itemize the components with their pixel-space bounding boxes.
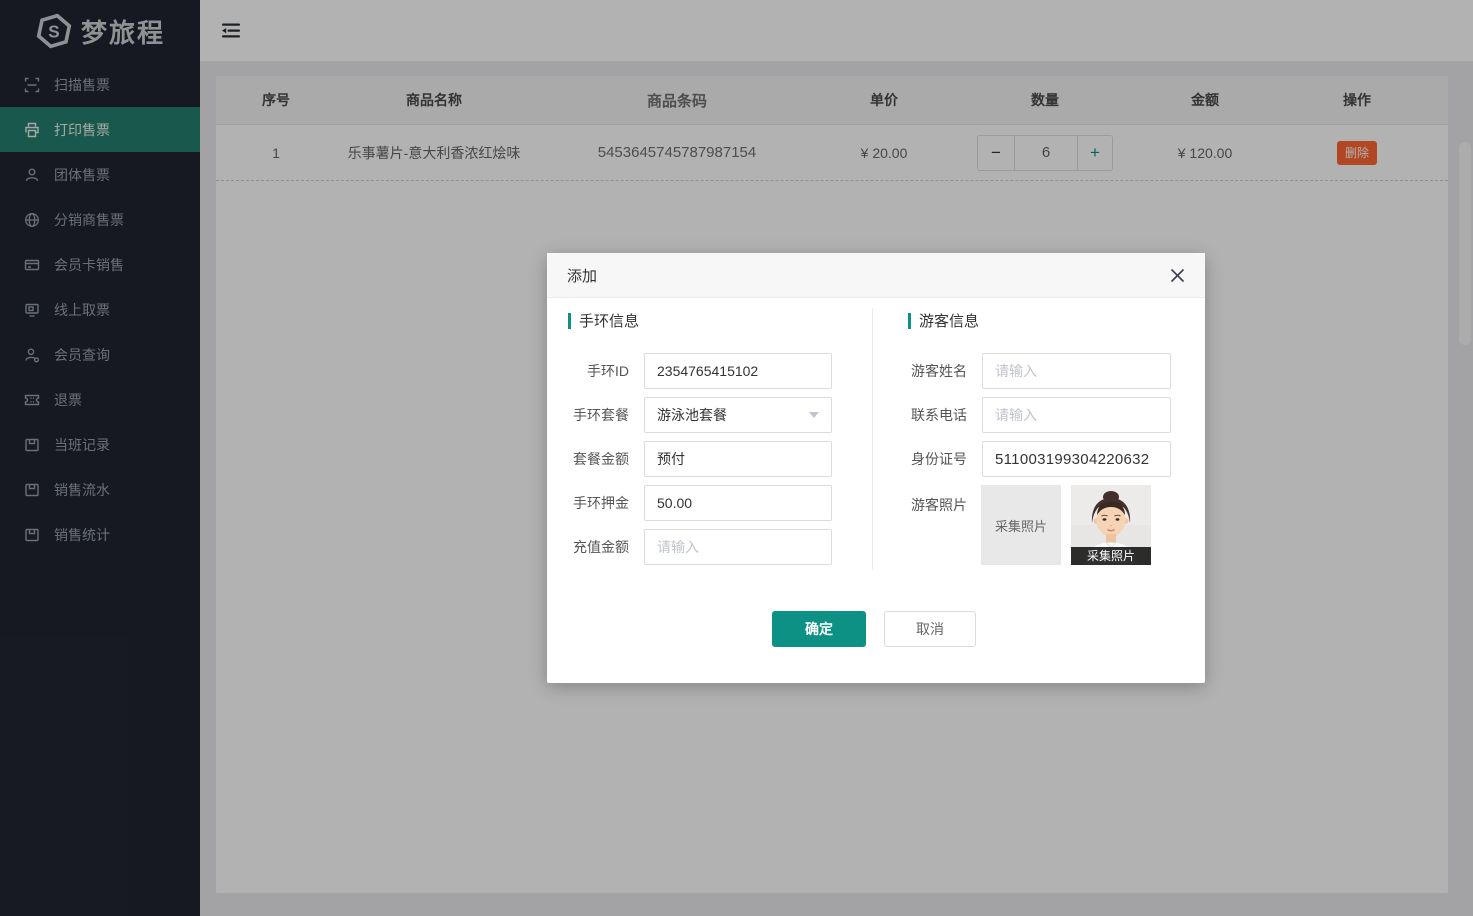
- package-amount-label: 套餐金额: [547, 449, 629, 469]
- recharge-amount-input[interactable]: [644, 529, 832, 565]
- wristband-deposit-label: 手环押金: [547, 493, 629, 513]
- wristband-id-row: 手环ID: [547, 353, 832, 389]
- wristband-package-select[interactable]: 游泳池套餐: [644, 397, 832, 433]
- wristband-id-input[interactable]: [644, 353, 832, 389]
- contact-phone-label: 联系电话: [885, 405, 967, 425]
- wristband-package-row: 手环套餐 游泳池套餐: [547, 397, 832, 433]
- recharge-amount-row: 充值金额: [547, 529, 832, 565]
- visitor-name-input[interactable]: [982, 353, 1171, 389]
- wristband-id-label: 手环ID: [547, 361, 629, 381]
- id-number-input[interactable]: [982, 441, 1171, 477]
- dialog-body: 手环信息 游客信息 手环ID 手环套餐 游泳池套餐 套餐金额 手环押金: [547, 298, 1205, 683]
- recharge-amount-label: 充值金额: [547, 537, 629, 557]
- visitor-photo[interactable]: 采集照片: [1071, 485, 1151, 565]
- add-dialog: 添加 手环信息 游客信息 手环ID 手环套餐 游泳池套餐: [547, 253, 1205, 683]
- wristband-section-title: 手环信息: [568, 310, 639, 331]
- id-number-label: 身份证号: [885, 449, 967, 469]
- wristband-package-label: 手环套餐: [547, 405, 629, 425]
- visitor-section-label: 游客信息: [919, 310, 979, 331]
- section-accent-bar: [908, 313, 911, 329]
- photo-caption: 采集照片: [1071, 547, 1151, 565]
- wristband-deposit-input[interactable]: [644, 485, 832, 521]
- package-amount-row: 套餐金额: [547, 441, 832, 477]
- close-dialog-button[interactable]: [1170, 268, 1185, 283]
- section-divider: [872, 308, 873, 570]
- package-amount-input[interactable]: [644, 441, 832, 477]
- wristband-deposit-row: 手环押金: [547, 485, 832, 521]
- visitor-section-title: 游客信息: [908, 310, 979, 331]
- visitor-name-label: 游客姓名: [885, 361, 967, 381]
- cancel-button[interactable]: 取消: [884, 611, 976, 647]
- visitor-photo-label: 游客照片: [885, 495, 967, 515]
- wristband-section-label: 手环信息: [579, 310, 639, 331]
- close-icon: [1170, 268, 1185, 283]
- dialog-title: 添加: [567, 265, 597, 286]
- confirm-button[interactable]: 确定: [772, 611, 866, 647]
- capture-photo-button[interactable]: 采集照片: [981, 485, 1061, 565]
- chevron-down-icon: [809, 412, 819, 418]
- wristband-package-value: 游泳池套餐: [657, 405, 727, 425]
- contact-phone-row: 联系电话: [885, 397, 1171, 433]
- id-number-row: 身份证号: [885, 441, 1171, 477]
- dialog-header: 添加: [547, 253, 1205, 298]
- visitor-name-row: 游客姓名: [885, 353, 1171, 389]
- section-accent-bar: [568, 313, 571, 329]
- contact-phone-input[interactable]: [982, 397, 1171, 433]
